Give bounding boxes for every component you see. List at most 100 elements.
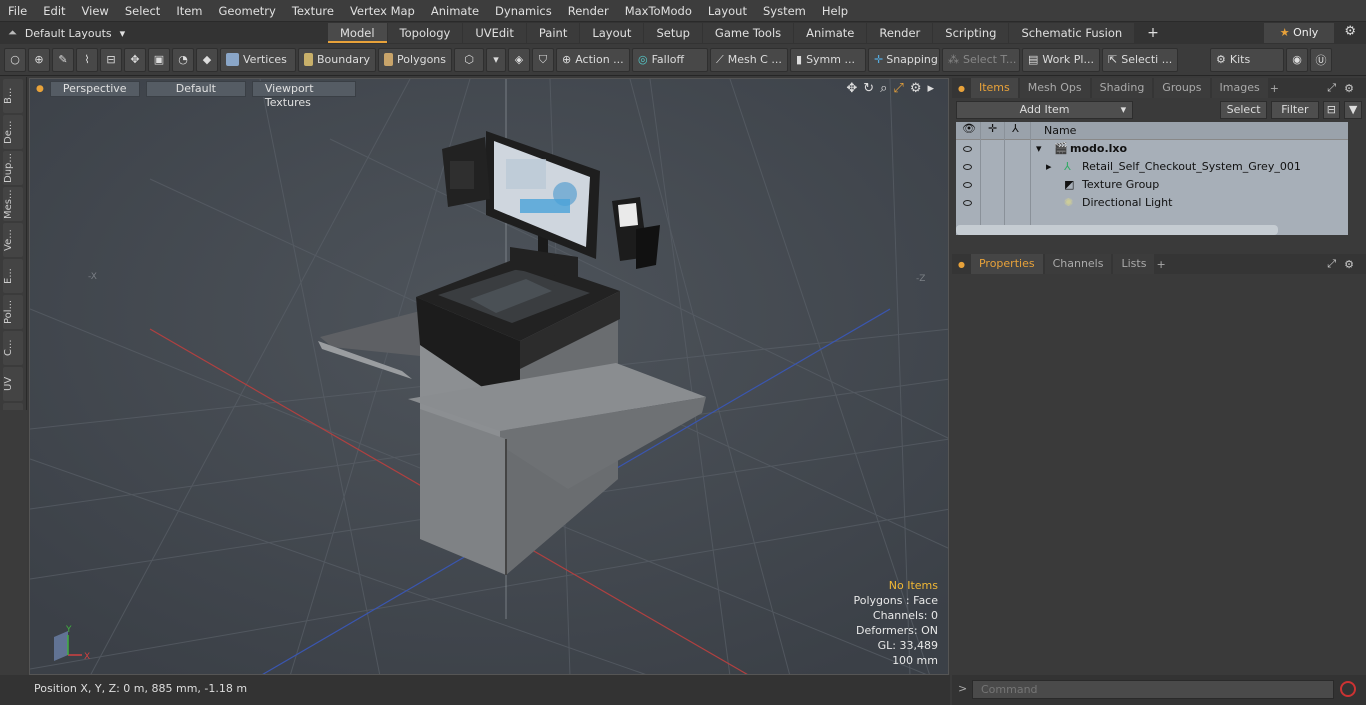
shield-icon[interactable]: ⛉ [532,47,554,72]
tab-groups[interactable]: Groups [1154,78,1210,98]
snapping-button[interactable]: ✛ Snapping [868,47,940,72]
tab-images[interactable]: Images [1211,78,1268,98]
layouts-dropdown[interactable]: ⏶ Default Layouts ▾ [0,26,310,40]
add-tab-icon[interactable]: + [1270,82,1279,95]
box-icon[interactable]: ▣ [148,47,170,72]
menu-render[interactable]: Render [560,0,617,22]
left-tab-basic[interactable]: B... [3,79,23,113]
menu-vertex-map[interactable]: Vertex Map [342,0,423,22]
circle-select-icon[interactable]: ○ [4,47,26,72]
symmetry-mesh-icon[interactable]: ◈ [508,47,530,72]
menu-item[interactable]: Item [168,0,210,22]
workplane-button[interactable]: ▤ Work Pl... [1022,47,1100,72]
menu-dynamics[interactable]: Dynamics [487,0,560,22]
viewport-textures-button[interactable]: Viewport Textures [251,81,356,109]
add-item-button[interactable]: Add Item ▾ [956,101,1134,119]
move-view-icon[interactable]: ✥ [846,81,857,96]
action-center-button[interactable]: ⊕ Action ... [556,47,630,72]
gear-icon[interactable]: ⚙ [910,81,922,96]
perspective-button[interactable]: Perspective [49,81,140,97]
gear-icon[interactable]: ⚙ [1344,82,1354,95]
menu-texture[interactable]: Texture [284,0,342,22]
tab-scripting[interactable]: Scripting [933,23,1009,43]
funnel-icon[interactable]: ▼ [1344,101,1363,119]
menu-animate[interactable]: Animate [423,0,487,22]
pen-icon[interactable]: ✎ [52,47,74,72]
tree-scrollbar[interactable] [956,225,1278,235]
expand-arrow-icon[interactable]: ▾ [1036,140,1042,158]
tab-game-tools[interactable]: Game Tools [702,23,794,43]
mesh-constraint-button[interactable]: ⟋ Mesh C ... [710,47,788,72]
left-tab-edge[interactable]: E... [3,259,23,293]
left-tab-vertex[interactable]: Ve... [3,223,23,257]
chevron-down-icon[interactable]: ▾ [486,47,506,72]
menu-layout[interactable]: Layout [700,0,755,22]
sphere-icon[interactable]: ◔ [172,47,194,72]
filter-button[interactable]: Filter [1271,101,1319,119]
tab-shading[interactable]: Shading [1091,78,1153,98]
shading-button[interactable]: Default [145,81,246,97]
menu-edit[interactable]: Edit [35,0,73,22]
play-icon[interactable]: ▸ [927,81,934,96]
tab-paint[interactable]: Paint [526,23,580,43]
expand-icon[interactable]: ⤢ [1327,81,1336,95]
tab-setup[interactable]: Setup [644,23,702,43]
eye-icon[interactable] [963,200,972,206]
zoom-icon[interactable]: ⌕ [880,81,887,96]
kits-button[interactable]: ⚙ Kits [1210,47,1284,72]
tab-layout[interactable]: Layout [580,23,644,43]
name-column-header[interactable]: Name [1044,124,1076,137]
eye-icon[interactable] [963,182,972,188]
menu-view[interactable]: View [74,0,117,22]
gear-icon[interactable]: ⚙ [1344,258,1354,271]
vertices-button[interactable]: Vertices [220,47,296,72]
left-tab-deform[interactable]: De... [3,115,23,149]
globe-icon[interactable]: ⊕ [28,47,50,72]
tree-row-light[interactable]: ✺ Directional Light [956,194,1348,212]
symmetry-button[interactable]: ▮ Symm ... [790,47,866,72]
add-tab-icon[interactable]: + [1156,258,1165,271]
tab-schematic-fusion[interactable]: Schematic Fusion [1009,23,1135,43]
menu-file[interactable]: File [0,0,35,22]
record-icon[interactable] [1340,681,1356,697]
falloff-button[interactable]: ◎ Falloff [632,47,708,72]
item-mode-icon[interactable]: ◆ [196,47,218,72]
material-icon[interactable]: ⬡ [454,47,484,72]
only-toggle[interactable]: ★ Only [1264,23,1334,43]
tree-row-scene[interactable]: ▾ 🎬 modo.lxo [956,140,1348,158]
tree-row-mesh[interactable]: ▸ ⅄ Retail_Self_Checkout_System_Grey_001 [956,158,1348,176]
menu-help[interactable]: Help [814,0,856,22]
maximize-icon[interactable]: ⤢ [893,81,903,96]
expand-arrow-icon[interactable]: ▸ [1046,158,1052,176]
tab-lists[interactable]: Lists [1113,254,1155,274]
tab-animate[interactable]: Animate [794,23,867,43]
collapse-icon[interactable]: ⊟ [1322,101,1341,119]
tab-properties[interactable]: Properties [970,254,1043,274]
tab-mesh-ops[interactable]: Mesh Ops [1019,78,1090,98]
boundary-button[interactable]: Boundary [298,47,376,72]
select-through-button[interactable]: ⁂ Select T... [942,47,1020,72]
brush-icon[interactable]: ⌇ [76,47,98,72]
tree-row-texture-group[interactable]: ◩ Texture Group [956,176,1348,194]
tab-channels[interactable]: Channels [1044,254,1112,274]
left-tab-uv[interactable]: UV [3,367,23,401]
polygons-button[interactable]: Polygons [378,47,452,72]
selection-sets-button[interactable]: ⇱ Selecti ... [1102,47,1178,72]
unreal-icon[interactable]: Ⓤ [1310,47,1332,72]
3d-viewport[interactable]: X Y -X -Z ● Perspective Default Viewport… [29,78,949,675]
tab-items[interactable]: Items [970,78,1018,98]
tab-topology[interactable]: Topology [387,23,463,43]
command-input[interactable] [972,680,1334,699]
left-tab-polygon[interactable]: Pol... [3,295,23,329]
menu-geometry[interactable]: Geometry [211,0,284,22]
left-tab-curve[interactable]: C... [3,331,23,365]
add-tab-icon[interactable]: + [1135,23,1171,43]
select-button[interactable]: Select [1219,101,1268,119]
tab-model[interactable]: Model [328,23,387,43]
eye-icon[interactable] [963,146,972,152]
rotate-view-icon[interactable]: ↻ [863,81,874,96]
menu-system[interactable]: System [755,0,814,22]
gear-icon[interactable]: ⚙ [1344,24,1356,39]
eye-icon[interactable] [963,164,972,170]
menu-maxtomodo[interactable]: MaxToModo [617,0,700,22]
